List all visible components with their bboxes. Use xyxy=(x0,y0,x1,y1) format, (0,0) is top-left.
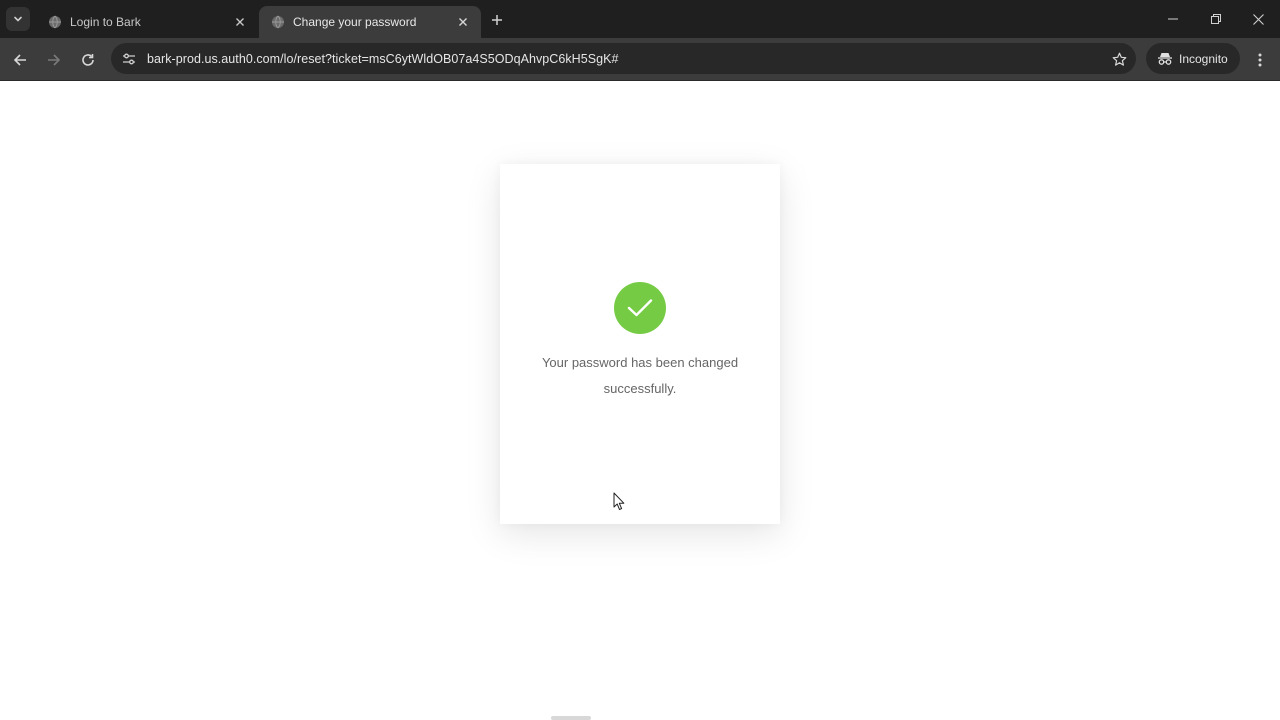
close-icon xyxy=(1253,13,1264,25)
reload-icon xyxy=(82,54,94,66)
restore-button[interactable] xyxy=(1194,0,1237,38)
arrow-left-icon xyxy=(13,54,26,66)
close-icon xyxy=(236,18,244,26)
tab-search-button[interactable] xyxy=(6,7,30,31)
bookmark-button[interactable] xyxy=(1110,50,1128,68)
tab-title: Login to Bark xyxy=(70,15,141,29)
window-controls xyxy=(1151,0,1280,38)
minimize-button[interactable] xyxy=(1151,0,1194,38)
checkmark-icon xyxy=(627,299,653,317)
incognito-label: Incognito xyxy=(1179,51,1228,66)
incognito-indicator[interactable]: Incognito xyxy=(1146,43,1240,74)
forward-button[interactable] xyxy=(41,47,67,73)
success-badge xyxy=(614,282,666,334)
more-vertical-icon xyxy=(1258,53,1262,67)
address-bar[interactable]: bark-prod.us.auth0.com/lo/reset?ticket=m… xyxy=(111,43,1136,74)
tune-icon xyxy=(123,53,135,64)
reload-button[interactable] xyxy=(75,47,101,73)
browser-menu-button[interactable] xyxy=(1249,47,1271,73)
star-icon xyxy=(1112,52,1126,66)
password-changed-card: Your password has been changed successfu… xyxy=(500,164,780,524)
page-viewport: Your password has been changed successfu… xyxy=(0,82,1280,720)
close-window-button[interactable] xyxy=(1237,0,1280,38)
new-tab-button[interactable] xyxy=(486,9,508,31)
site-info-button[interactable] xyxy=(114,43,144,74)
minimize-icon xyxy=(1167,18,1178,20)
incognito-icon xyxy=(1158,52,1172,65)
chevron-down-icon xyxy=(14,16,22,22)
url-text[interactable]: bark-prod.us.auth0.com/lo/reset?ticket=m… xyxy=(147,52,619,66)
close-icon xyxy=(459,18,467,26)
arrow-right-icon xyxy=(48,54,61,66)
tab-strip: Login to Bark Change your password xyxy=(0,0,1280,38)
tab-title: Change your password xyxy=(293,15,417,29)
globe-icon xyxy=(272,15,284,29)
tab-login-to-bark[interactable]: Login to Bark xyxy=(36,6,258,38)
back-button[interactable] xyxy=(7,47,33,73)
browser-toolbar: bark-prod.us.auth0.com/lo/reset?ticket=m… xyxy=(0,38,1280,81)
plus-icon xyxy=(492,15,502,25)
globe-icon xyxy=(49,15,61,29)
tab-change-your-password[interactable]: Change your password xyxy=(259,6,481,38)
mouse-cursor-icon xyxy=(613,492,625,510)
scroll-indicator xyxy=(551,716,591,720)
success-message: Your password has been changed successfu… xyxy=(541,355,739,396)
tab-close-button[interactable] xyxy=(232,14,248,30)
restore-icon xyxy=(1210,14,1221,24)
tab-close-button[interactable] xyxy=(455,14,471,30)
